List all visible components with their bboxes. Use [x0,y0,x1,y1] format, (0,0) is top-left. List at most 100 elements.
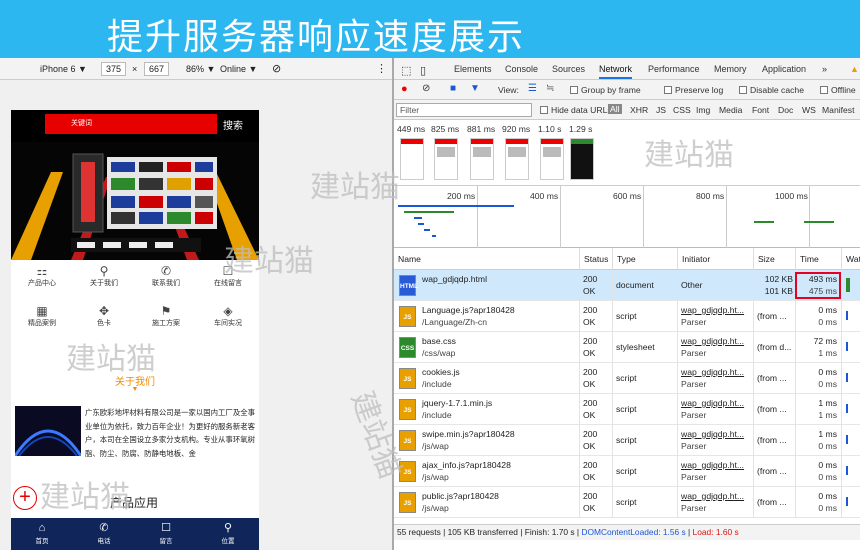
filter-doc[interactable]: Doc [778,105,793,115]
table-row[interactable]: JS cookies.js/include 200 OK script wap_gdjqd… [394,363,860,394]
cell-time: 72 ms 1 ms [796,332,842,363]
cell-initiator[interactable]: wap_gdjqdp.ht... Parser [678,487,754,518]
icon-about-us[interactable]: ⚲ 关于我们 [73,264,135,296]
cell-type: stylesheet [613,332,678,363]
icon-cases[interactable]: ▦ 精品案例 [11,304,73,336]
height-input[interactable]: 667 [144,61,170,76]
cell-waterfall [842,487,860,518]
tab-memory[interactable]: Memory [714,64,747,74]
warning-icon[interactable]: ▲ [850,64,859,74]
search-input[interactable]: 关键词 [45,114,217,134]
zoom-select[interactable]: 86% ▼ [186,64,215,74]
filter-ws[interactable]: WS [802,105,816,115]
filmstrip-time: 449 ms [397,124,426,134]
cell-initiator[interactable]: wap_gdjqdp.ht... Parser [678,332,754,363]
tab-sources[interactable]: Sources [552,64,585,74]
filmstrip-frame[interactable] [434,138,458,180]
request-path: /Language/Zh-cn [422,317,487,327]
icon-contact-us[interactable]: ✆ 联系我们 [135,264,197,296]
tab-performance[interactable]: Performance [648,64,700,74]
table-row[interactable]: HTML wap_gdjqdp.html 200 OK document Other 102… [394,270,860,301]
about-section-title[interactable]: 关于我们 ▼ [11,373,259,393]
cell-initiator[interactable]: wap_gdjqdp.ht... Parser [678,363,754,394]
tab-message[interactable]: ☐ 留言 [135,521,197,545]
rotate-icon[interactable]: ⊘ [272,62,281,75]
filter-icon[interactable]: ▼ [470,83,480,94]
filter-js[interactable]: JS [656,105,666,115]
more-tabs-icon[interactable]: » [822,64,827,74]
tab-network[interactable]: Network [599,64,633,79]
device-mode-icon[interactable]: ▯ [420,64,426,77]
column-status[interactable]: Status [580,248,613,270]
filter-all[interactable]: All [608,104,622,114]
width-input[interactable]: 375 [101,61,127,76]
filter-manifest[interactable]: Manifest [822,105,854,115]
hero-banner-image[interactable] [11,142,259,260]
tab-home[interactable]: ⌂ 首页 [11,521,73,545]
filter-xhr[interactable]: XHR [630,105,648,115]
status-load: Load: 1.60 s [692,527,739,537]
column-waterfall[interactable]: Wat [842,248,860,270]
camera-icon[interactable]: ■ [450,83,456,94]
list-view-icon[interactable]: ☰ [528,83,537,94]
filmstrip-time: 881 ms [467,124,496,134]
network-select[interactable]: Online ▼ [220,64,257,74]
column-type[interactable]: Type [613,248,678,270]
cell-status: 200 OK [580,394,613,425]
filter-img[interactable]: Img [696,105,710,115]
news-thumbnail[interactable] [15,406,81,456]
icon-workshop[interactable]: ◈ 车间实况 [197,304,259,336]
filter-css[interactable]: CSS [673,105,691,115]
tab-location[interactable]: ⚲ 位置 [197,521,259,545]
file-type-icon: JS [399,430,416,451]
tab-elements[interactable]: Elements [454,64,492,74]
filmstrip-frame[interactable] [400,138,424,180]
icon-color-card[interactable]: ✥ 色卡 [73,304,135,336]
hide-data-urls-checkbox[interactable]: Hide data URLs [540,105,612,115]
waterfall-view-icon[interactable]: ≒ [546,83,554,94]
filter-font[interactable]: Font [752,105,769,115]
column-time[interactable]: Time [796,248,842,270]
more-menu-icon[interactable]: ⋮ [376,62,387,75]
table-row[interactable]: CSS base.css/css/wap 200 OK stylesheet wap_gd… [394,332,860,363]
cell-initiator[interactable]: wap_gdjqdp.ht... Parser [678,456,754,487]
record-icon[interactable]: ● [401,83,408,95]
tab-phone[interactable]: ✆ 电话 [73,521,135,545]
device-select[interactable]: iPhone 6 ▼ [40,64,87,74]
cell-initiator[interactable]: wap_gdjqdp.ht... Parser [678,394,754,425]
tab-console[interactable]: Console [505,64,538,74]
offline-checkbox[interactable]: Offline [820,85,856,95]
column-size[interactable]: Size [754,248,796,270]
filter-media[interactable]: Media [719,105,742,115]
request-path: /include [422,379,452,389]
table-row[interactable]: JS public.js?apr180428/js/wap 200 OK script w… [394,487,860,518]
inspect-icon[interactable]: ⬚ [401,64,411,77]
preserve-log-checkbox[interactable]: Preserve log [664,85,723,95]
icon-product-center[interactable]: ⚏ 产品中心 [11,264,73,296]
timeline-overview[interactable]: 200 ms 400 ms 600 ms 800 ms 1000 ms [394,186,860,248]
icon-construction-plan[interactable]: ⚑ 施工方案 [135,304,197,336]
table-row[interactable]: JS Language.js?apr180428/Language/Zh-cn 20… [394,301,860,332]
cell-initiator[interactable]: wap_gdjqdp.ht... Parser [678,301,754,332]
table-row[interactable]: JS swipe.min.js?apr180428/js/wap 200 OK scri… [394,425,860,456]
filmstrip-frame[interactable] [570,138,594,180]
user-icon: ⚲ [99,264,109,278]
column-initiator[interactable]: Initiator [678,248,754,270]
waterfall-bar [846,466,848,475]
plus-icon[interactable]: + [13,486,37,510]
filmstrip-frame[interactable] [540,138,564,180]
icon-online-message[interactable]: ☐ 在线留言 [197,264,259,296]
filmstrip-frame[interactable] [470,138,494,180]
search-button[interactable]: 搜索 [223,117,243,132]
cell-name: CSS base.css/css/wap [394,332,580,363]
disable-cache-checkbox[interactable]: Disable cache [739,85,804,95]
table-row[interactable]: JS jquery-1.7.1.min.js/include 200 OK script… [394,394,860,425]
group-by-frame-checkbox[interactable]: Group by frame [570,85,641,95]
column-name[interactable]: Name [394,248,580,270]
filmstrip-frame[interactable] [505,138,529,180]
filter-input[interactable]: Filter [396,103,532,117]
cell-initiator[interactable]: wap_gdjqdp.ht... Parser [678,425,754,456]
table-row[interactable]: JS ajax_info.js?apr180428/js/wap 200 OK scri… [394,456,860,487]
clear-icon[interactable]: ⊘ [422,83,430,94]
tab-application[interactable]: Application [762,64,806,74]
